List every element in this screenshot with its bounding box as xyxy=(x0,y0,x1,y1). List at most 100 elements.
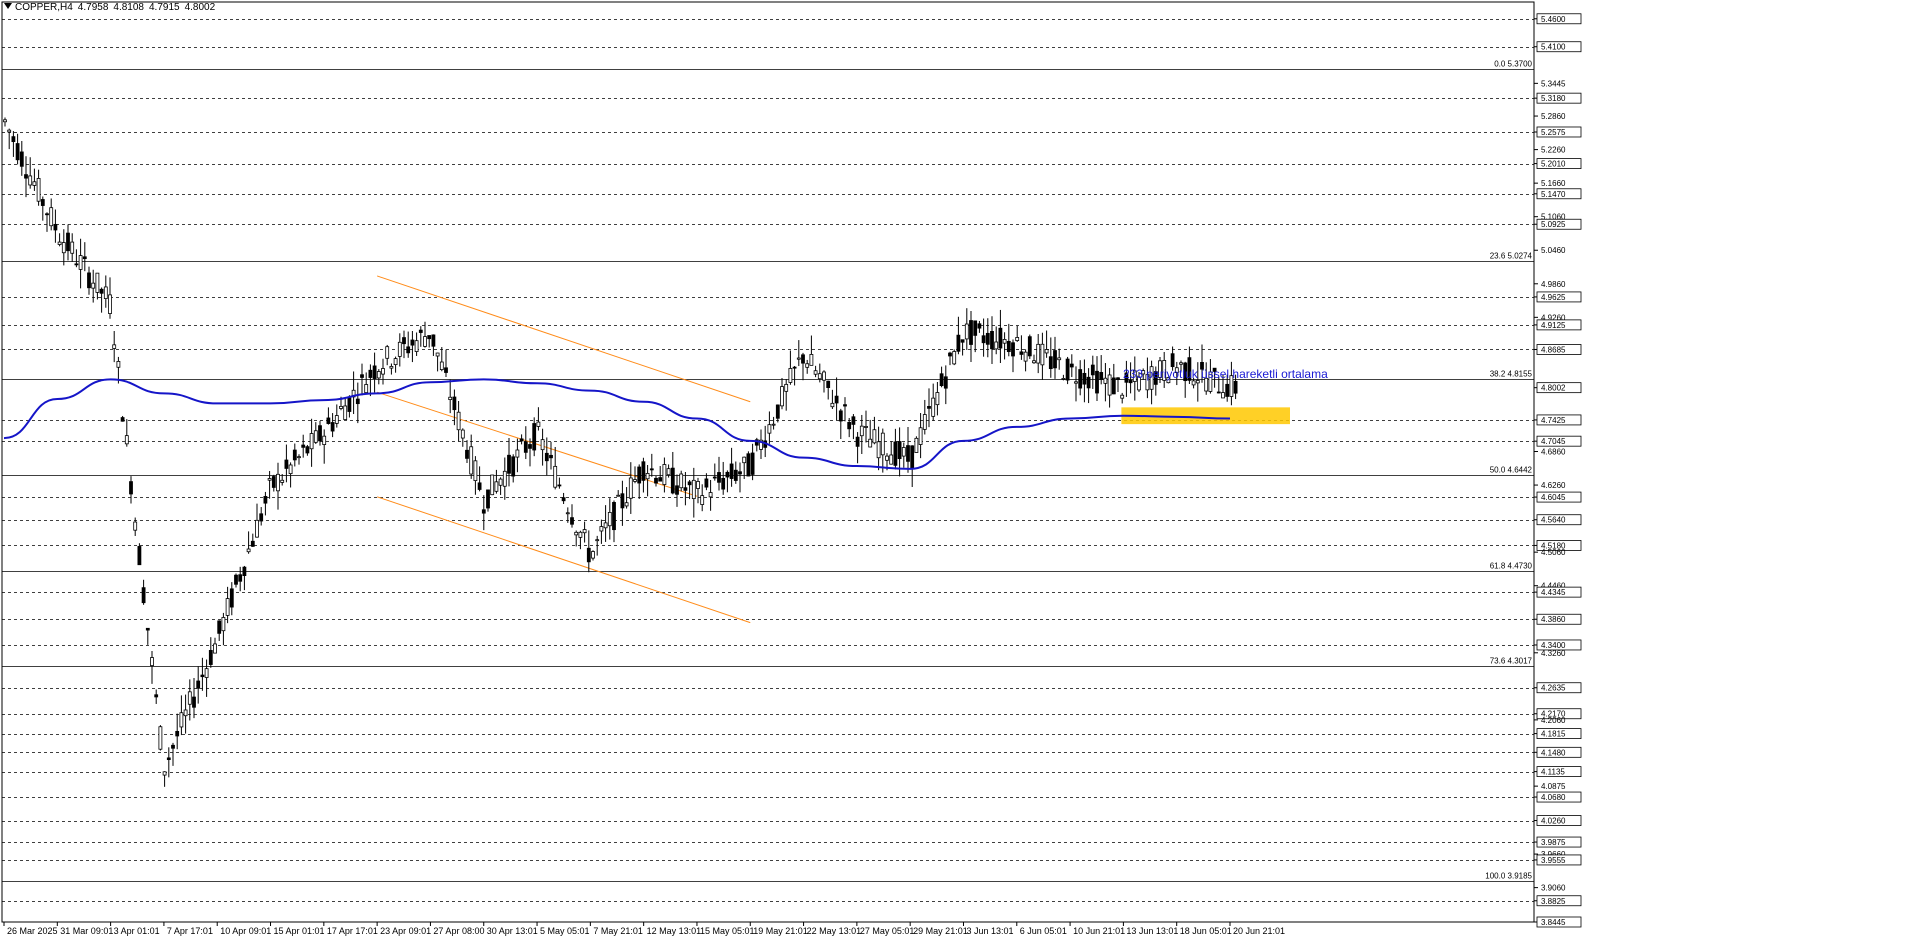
candle-body xyxy=(658,477,663,482)
candle-body xyxy=(750,452,755,475)
candle-body xyxy=(61,242,66,254)
candle-body xyxy=(1019,351,1024,355)
fib-level-label: 100.0 3.9185 xyxy=(1485,872,1532,881)
price-axis-label: 4.8685 xyxy=(1541,345,1566,354)
candle-body xyxy=(372,365,377,379)
price-axis-label: 3.8445 xyxy=(1541,918,1566,927)
candle-body xyxy=(796,357,801,360)
candle-body xyxy=(742,456,747,464)
symbol-timeframe: COPPER,H4 xyxy=(15,2,73,13)
candle-body xyxy=(927,406,931,409)
candle-body xyxy=(200,674,205,678)
candle-body xyxy=(250,540,255,547)
candle-body xyxy=(238,574,243,582)
price-axis-label: 5.4100 xyxy=(1541,43,1566,52)
candle-body xyxy=(906,445,910,462)
candle-body xyxy=(1015,337,1020,342)
candle-body xyxy=(162,771,167,776)
candle-body xyxy=(607,511,612,527)
candle-body xyxy=(221,617,226,632)
candle-body xyxy=(624,502,629,507)
price-axis-label: 4.1815 xyxy=(1541,730,1566,739)
candle-body xyxy=(1225,383,1230,397)
dropdown-triangle-icon[interactable] xyxy=(4,3,12,9)
price-channel[interactable] xyxy=(376,275,751,624)
candle-body xyxy=(103,286,108,299)
candle-body xyxy=(175,730,180,737)
candle-body xyxy=(973,320,978,336)
candle-body xyxy=(897,441,902,460)
channel-middle-line[interactable] xyxy=(376,391,698,497)
time-axis-label: 15 May 05:01 xyxy=(700,926,755,936)
candle-body xyxy=(1065,358,1070,381)
candle-body xyxy=(276,473,280,492)
candle-body xyxy=(225,598,230,616)
candle-body xyxy=(179,712,184,728)
candle-body xyxy=(507,454,511,474)
candle-body xyxy=(1090,364,1095,376)
price-axis-label: 4.7425 xyxy=(1541,416,1566,425)
candle-body xyxy=(948,352,952,357)
candle-body xyxy=(322,435,327,445)
time-axis-label: 12 May 13:01 xyxy=(647,926,702,936)
time-axis-label: 6 Jun 05:01 xyxy=(1020,926,1067,936)
candle-body xyxy=(1036,343,1041,364)
candle-body xyxy=(901,447,906,457)
candle-body xyxy=(91,282,96,289)
candle-body xyxy=(1107,374,1112,396)
candle-body xyxy=(700,495,705,505)
candle-body xyxy=(82,256,87,260)
candle-body xyxy=(402,337,406,345)
candle-body xyxy=(448,396,453,401)
candle-body xyxy=(263,496,268,504)
candle-body xyxy=(977,323,982,329)
ema-233-path[interactable] xyxy=(3,378,1231,470)
candle-body xyxy=(246,548,251,553)
candle-body xyxy=(889,454,894,465)
candle-body xyxy=(313,430,318,443)
candle-body xyxy=(721,477,726,490)
price-axis-label: 4.4345 xyxy=(1541,588,1566,597)
candle-body xyxy=(1074,381,1078,384)
price-axis-label: 4.2060 xyxy=(1541,716,1566,725)
candle-body xyxy=(780,386,784,407)
candle-body xyxy=(70,241,75,254)
candle-body xyxy=(28,175,33,186)
candle-body xyxy=(192,696,196,708)
candle-body xyxy=(528,444,532,449)
candle-body xyxy=(120,417,125,422)
price-axis-label: 5.4600 xyxy=(1541,15,1566,24)
time-axis-label: 27 Apr 08:00 xyxy=(433,926,484,936)
candle-body xyxy=(145,627,150,631)
candle-body xyxy=(553,465,558,488)
candle-body xyxy=(234,574,238,585)
time-axis-label: 3 Jun 13:01 xyxy=(966,926,1013,936)
candle-body xyxy=(864,426,868,428)
fibonacci-retracement[interactable]: 0.0 5.3700 23.6 5.0274 38.2 4.8155 50.0 4.6… xyxy=(2,60,1534,882)
candle-body xyxy=(24,174,28,179)
candle-body xyxy=(654,477,658,484)
candle-body xyxy=(364,384,369,394)
candle-body xyxy=(826,380,831,388)
candle-body xyxy=(36,178,41,202)
candle-body xyxy=(1023,351,1028,362)
candle-body xyxy=(939,373,944,387)
candle-body xyxy=(964,323,969,340)
dashed-levels xyxy=(2,19,1534,902)
candle-body xyxy=(158,726,163,750)
candle-body xyxy=(171,744,175,749)
candle-body xyxy=(389,365,394,369)
ema-annotation: 233 periyotluk üssel hareketli ortalama xyxy=(1123,367,1328,381)
price-axis-label: 4.0260 xyxy=(1541,817,1566,826)
time-axis-label: 7 May 21:01 xyxy=(593,926,643,936)
time-axis-label: 29 May 21:01 xyxy=(913,926,968,936)
ema-233-line[interactable] xyxy=(3,378,1231,470)
high-value: 4.8108 xyxy=(113,2,144,13)
candle-body xyxy=(1011,342,1015,357)
candle-body xyxy=(116,361,121,368)
candle-body xyxy=(985,332,990,345)
price-chart[interactable]: 0.0 5.3700 23.6 5.0274 38.2 4.8155 50.0 4.6… xyxy=(0,0,1916,936)
candle-body xyxy=(129,481,133,495)
chart-window[interactable]: COPPER,H4 4.7958 4.8108 4.7915 4.8002 0.0 5.… xyxy=(0,0,1916,936)
candle-body xyxy=(1103,377,1108,384)
